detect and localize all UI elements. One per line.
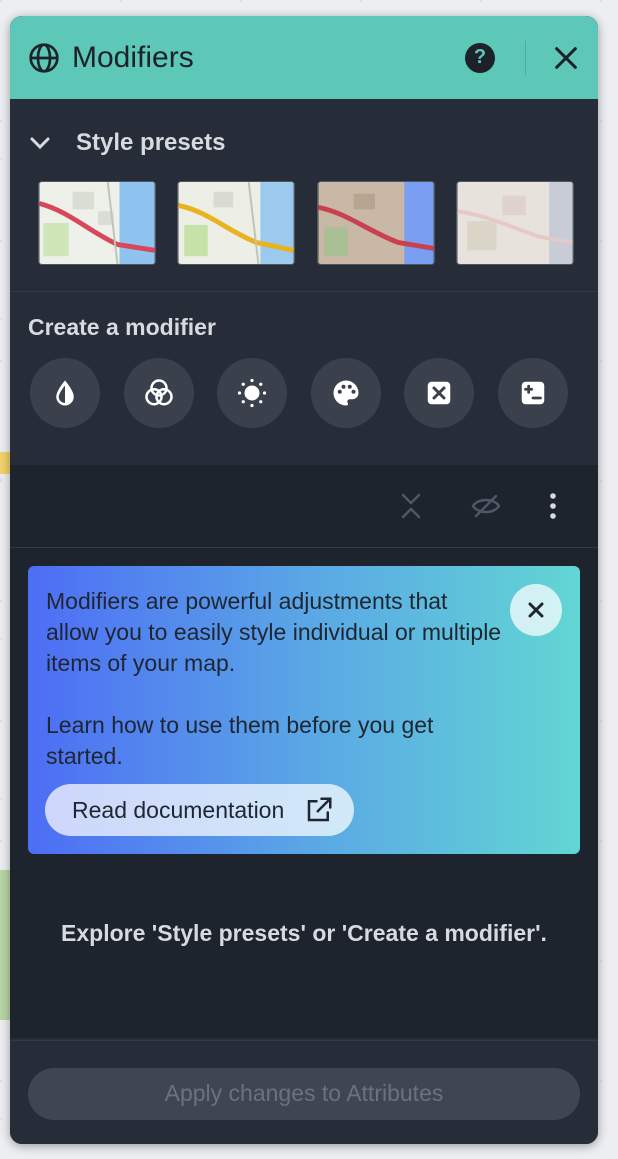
modifier-button-list	[28, 358, 580, 428]
globe-icon	[29, 42, 59, 73]
close-button[interactable]	[552, 44, 580, 72]
panel-title: Modifiers	[72, 40, 194, 74]
color-mix-modifier-button[interactable]	[123, 358, 194, 428]
preset-2[interactable]	[177, 181, 296, 265]
close-icon	[555, 46, 577, 69]
brightness-modifier-button[interactable]	[217, 358, 288, 428]
hide-icon	[428, 381, 451, 405]
map-thumbnail-icon	[178, 182, 295, 264]
color-mix-icon	[144, 379, 173, 406]
style-presets-label: Style presets	[76, 129, 226, 156]
palette-icon	[333, 380, 359, 406]
header-divider	[525, 40, 526, 75]
external-link-icon	[308, 797, 332, 822]
map-thumbnail-icon	[317, 182, 434, 264]
create-modifier-section: Create a modifier	[10, 292, 598, 465]
map-thumbnail-icon	[457, 182, 573, 264]
modifiers-panel: Modifiers ? Style presets Create a modif…	[10, 16, 598, 1144]
modifier-list-area: Modifiers are powerful adjustments that …	[10, 548, 598, 1038]
preset-4[interactable]	[455, 181, 574, 265]
read-documentation-button[interactable]: Read documentation	[45, 784, 355, 836]
more-icon	[550, 493, 556, 519]
toggle-visibility-button[interactable]	[470, 493, 502, 519]
preset-3[interactable]	[316, 181, 435, 265]
plus-minus-icon	[521, 381, 545, 405]
brightness-icon	[238, 378, 267, 408]
drop-icon	[56, 380, 74, 406]
apply-changes-button[interactable]: Apply changes to Attributes	[28, 1067, 580, 1120]
opacity-modifier-button[interactable]	[30, 358, 100, 428]
info-text: Modifiers are powerful adjustments that …	[46, 588, 502, 676]
plus-minus-modifier-button[interactable]	[497, 358, 568, 428]
create-modifier-label: Create a modifier	[28, 314, 216, 340]
collapse-icon	[401, 493, 421, 519]
hide-modifier-button[interactable]	[404, 358, 475, 428]
modifier-toolbar	[10, 465, 598, 548]
read-documentation-label: Read documentation	[72, 796, 285, 823]
style-presets-section: Style presets	[10, 99, 598, 292]
map-road	[0, 452, 10, 474]
visibility-off-icon	[471, 494, 501, 518]
panel-footer: Apply changes to Attributes	[10, 1040, 598, 1144]
palette-modifier-button[interactable]	[310, 358, 381, 428]
empty-state-message: Explore 'Style presets' or 'Create a mod…	[61, 920, 547, 946]
more-options-button[interactable]	[548, 492, 558, 520]
chevron-down-icon	[30, 137, 50, 150]
map-thumbnail-icon	[39, 182, 155, 264]
collapse-all-button[interactable]	[398, 491, 424, 521]
preset-1[interactable]	[38, 181, 156, 265]
info-text-learn: Learn how to use them before you get sta…	[46, 712, 434, 769]
style-presets-toggle[interactable]: Style presets	[28, 99, 580, 187]
panel-header: Modifiers ?	[10, 16, 598, 99]
info-close-button[interactable]	[510, 584, 562, 636]
close-icon	[528, 602, 544, 618]
preset-list	[28, 181, 580, 265]
info-card: Modifiers are powerful adjustments that …	[28, 566, 580, 854]
help-icon[interactable]: ?	[465, 42, 495, 73]
